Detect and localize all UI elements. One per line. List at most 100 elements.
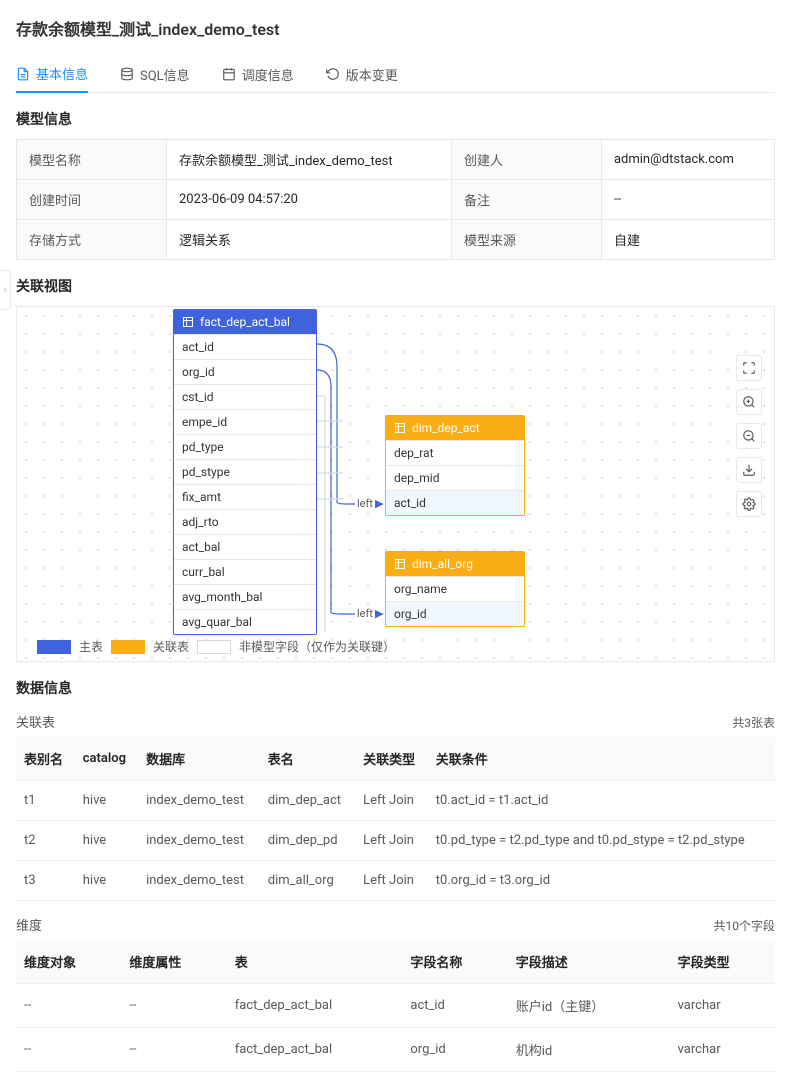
col-dim-type: 字段类型	[670, 940, 775, 984]
tab-schedule-info[interactable]: 调度信息	[222, 56, 294, 92]
tab-label: 版本变更	[346, 65, 398, 84]
diagram-field: dep_mid	[386, 465, 524, 490]
cell-table: dim_dep_pd	[260, 821, 355, 861]
sub-title-dimensions: 维度	[16, 915, 42, 934]
file-text-icon	[16, 67, 30, 81]
diagram-field: curr_bal	[174, 559, 316, 584]
cell-cond: t0.act_id = t1.act_id	[428, 781, 775, 821]
tab-basic-info[interactable]: 基本信息	[16, 56, 88, 93]
cell-join: Left Join	[355, 861, 428, 901]
cell-alias: t1	[16, 781, 75, 821]
diagram-table-name: fact_dep_act_bal	[200, 315, 290, 329]
cell-table: dim_all_org	[260, 861, 355, 901]
value-remark: --	[601, 180, 774, 220]
label-create-time: 创建时间	[17, 180, 167, 220]
section-title-data-info: 数据信息	[16, 678, 775, 698]
download-button[interactable]	[736, 457, 762, 483]
diagram-table-header: fact_dep_act_bal	[174, 310, 316, 334]
diagram-field: adj_rto	[174, 509, 316, 534]
table-icon	[394, 558, 406, 570]
relation-view-canvas[interactable]: fact_dep_act_bal act_id org_id cst_id em…	[16, 306, 775, 662]
table-icon	[394, 422, 406, 434]
table-row: t3 hive index_demo_test dim_all_org Left…	[16, 861, 775, 901]
diagram-controls	[736, 355, 762, 517]
cell-dim-table: fact_dep_act_bal	[227, 1028, 403, 1072]
table-row: -- -- fact_dep_act_bal org_id 机构id varch…	[16, 1028, 775, 1072]
col-dim-field: 字段名称	[402, 940, 507, 984]
cell-join: Left Join	[355, 781, 428, 821]
section-title-model-info: 模型信息	[16, 109, 775, 129]
diagram-field: fix_amt	[174, 484, 316, 509]
dimensions-count: 共10个字段	[714, 917, 776, 934]
sub-title-related-tables: 关联表	[16, 712, 55, 731]
cell-db: index_demo_test	[138, 861, 260, 901]
related-tables-table: 表别名 catalog 数据库 表名 关联类型 关联条件 t1 hive ind…	[16, 737, 775, 901]
col-catalog: catalog	[75, 737, 138, 781]
diagram-table-name: dim_dep_act	[412, 421, 480, 435]
diagram-rel-table-dim-all-org[interactable]: dim_all_org org_name org_id	[385, 551, 525, 627]
table-icon	[182, 316, 194, 328]
cell-catalog: hive	[75, 861, 138, 901]
label-model-name: 模型名称	[17, 140, 167, 180]
cell-catalog: hive	[75, 821, 138, 861]
model-info-table: 模型名称 存款余额模型_测试_index_demo_test 创建人 admin…	[16, 139, 775, 260]
arrow-right-icon: ▶	[375, 497, 383, 510]
legend-swatch-main	[37, 640, 71, 654]
value-create-time: 2023-06-09 04:57:20	[167, 180, 452, 220]
value-creator: admin@dtstack.com	[601, 140, 774, 180]
cell-dim-attr: --	[121, 1028, 226, 1072]
calendar-icon	[222, 67, 236, 81]
cell-cond: t0.pd_type = t2.pd_type and t0.pd_stype …	[428, 821, 775, 861]
fullscreen-button[interactable]	[736, 355, 762, 381]
zoom-in-button[interactable]	[736, 389, 762, 415]
diagram-field: pd_type	[174, 434, 316, 459]
diagram-legend: 主表 关联表 非模型字段（仅作为关联键）	[37, 638, 395, 655]
col-dim-desc: 字段描述	[508, 940, 670, 984]
diagram-field: avg_month_bal	[174, 584, 316, 609]
legend-label-rel: 关联表	[153, 638, 189, 655]
diagram-rel-table-dim-dep-act[interactable]: dim_dep_act dep_rat dep_mid act_id	[385, 415, 525, 516]
cell-cond: t0.org_id = t3.org_id	[428, 861, 775, 901]
value-model-name: 存款余额模型_测试_index_demo_test	[167, 140, 452, 180]
cell-dim-type: varchar	[670, 1028, 775, 1072]
cell-dim-attr: --	[121, 984, 226, 1028]
cell-dim-type: varchar	[670, 984, 775, 1028]
cell-alias: t2	[16, 821, 75, 861]
cell-db: index_demo_test	[138, 821, 260, 861]
diagram-table-name: dim_all_org	[412, 557, 473, 571]
diagram-field: empe_id	[174, 409, 316, 434]
cell-dim-desc: 账户id（主键）	[508, 984, 670, 1028]
diagram-field: pd_stype	[174, 459, 316, 484]
value-source: 自建	[601, 220, 774, 260]
label-source: 模型来源	[451, 220, 601, 260]
cell-db: index_demo_test	[138, 781, 260, 821]
tab-label: SQL信息	[140, 65, 190, 84]
diagram-main-table[interactable]: fact_dep_act_bal act_id org_id cst_id em…	[173, 309, 317, 635]
diagram-table-header: dim_all_org	[386, 552, 524, 576]
label-storage: 存储方式	[17, 220, 167, 260]
history-icon	[326, 67, 340, 81]
diagram-field: dep_rat	[386, 440, 524, 465]
arrow-right-icon: ▶	[375, 607, 383, 620]
legend-label-nonmodel: 非模型字段（仅作为关联键）	[239, 638, 395, 655]
cell-dim-table: fact_dep_act_bal	[227, 984, 403, 1028]
zoom-out-button[interactable]	[736, 423, 762, 449]
label-creator: 创建人	[451, 140, 601, 180]
cell-join: Left Join	[355, 821, 428, 861]
tab-version-change[interactable]: 版本变更	[326, 56, 398, 92]
col-table: 表名	[260, 737, 355, 781]
legend-swatch-rel	[111, 640, 145, 654]
tab-sql-info[interactable]: SQL信息	[120, 56, 190, 92]
diagram-field: cst_id	[174, 384, 316, 409]
diagram-field: act_bal	[174, 534, 316, 559]
tabs: 基本信息 SQL信息 调度信息 版本变更	[16, 56, 775, 93]
table-row: t1 hive index_demo_test dim_dep_act Left…	[16, 781, 775, 821]
col-alias: 表别名	[16, 737, 75, 781]
page-title: 存款余额模型_测试_index_demo_test	[16, 16, 775, 40]
legend-label-main: 主表	[79, 638, 103, 655]
settings-button[interactable]	[736, 491, 762, 517]
col-cond: 关联条件	[428, 737, 775, 781]
col-join: 关联类型	[355, 737, 428, 781]
expand-handle[interactable]	[0, 270, 11, 310]
cell-catalog: hive	[75, 781, 138, 821]
